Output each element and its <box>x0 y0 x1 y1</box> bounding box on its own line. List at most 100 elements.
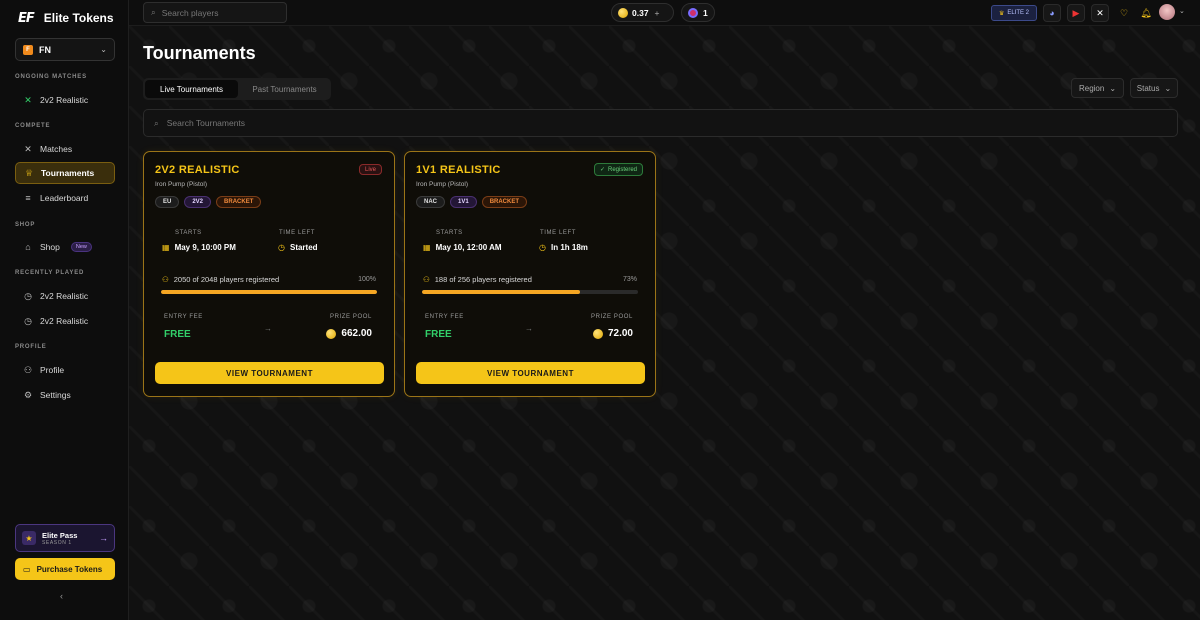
star-icon: ★ <box>22 531 36 545</box>
registration-percent: 100% <box>358 276 376 283</box>
discord-icon[interactable]: ◕ <box>1043 4 1061 22</box>
elite-rank-badge[interactable]: ♛ ELITE 2 <box>991 5 1037 21</box>
purchase-tokens-label: Purchase Tokens <box>36 564 103 574</box>
status-filter[interactable]: Status ⌄ <box>1130 78 1178 98</box>
tournament-card[interactable]: 1V1 REALISTIC Iron Pump (Pistol) ✓ Regis… <box>404 151 656 397</box>
brand[interactable]: EF Elite Tokens <box>18 9 114 27</box>
prize-pool-label: PRIZE POOL <box>329 314 372 320</box>
tab-past-tournaments[interactable]: Past Tournaments <box>240 80 329 98</box>
sidebar-item-leaderboard[interactable]: ≡ Leaderboard <box>15 187 115 209</box>
view-tournament-button[interactable]: VIEW TOURNAMENT <box>416 362 645 384</box>
time-left-label: TIME LEFT <box>279 230 316 236</box>
users-icon: ⚇ <box>423 275 430 284</box>
purchase-tokens-button[interactable]: ▭ Purchase Tokens <box>15 558 115 580</box>
main-content: Tournaments Live Tournaments Past Tourna… <box>129 26 1200 620</box>
bell-icon[interactable]: 🔔︎ <box>1137 4 1155 22</box>
section-profile: PROFILE <box>15 344 47 350</box>
registration-percent: 73% <box>622 276 637 283</box>
sidebar-item-recent-1[interactable]: ◷ 2v2 Realistic <box>15 285 115 307</box>
elite-pass-season: SEASON 1 <box>42 539 72 546</box>
chevron-down-icon: ⌄ <box>1164 83 1172 93</box>
chevron-down-icon[interactable]: ⌄ <box>1179 7 1185 15</box>
calendar-icon: ▦ <box>423 243 431 252</box>
prize-pool-value: 72.00 <box>592 328 633 339</box>
elite-pass-card[interactable]: ★ Elite Pass SEASON 1 → <box>15 524 115 552</box>
youtube-icon[interactable]: ▶ <box>1067 4 1085 22</box>
progress-fill <box>422 290 580 294</box>
player-search-input[interactable]: ⌕ Search players <box>143 2 287 23</box>
coin-icon <box>618 7 628 18</box>
mode-chip: 1V1 <box>450 196 477 208</box>
tournament-search-input[interactable]: ⌕ Search Tournaments <box>143 109 1178 137</box>
plus-icon[interactable]: + <box>655 8 660 18</box>
tab-live-tournaments[interactable]: Live Tournaments <box>145 80 238 98</box>
search-placeholder: Search players <box>161 7 219 18</box>
avatar[interactable] <box>1159 4 1175 20</box>
section-compete: COMPETE <box>15 123 51 129</box>
clock-icon: ◷ <box>539 243 546 252</box>
search-icon: ⌕ <box>154 117 159 128</box>
type-chip: BRACKET <box>481 196 528 208</box>
sidebar-item-label: Tournaments <box>41 168 95 178</box>
x-twitter-icon[interactable]: ✕ <box>1091 4 1109 22</box>
gear-icon: ⚙ <box>23 389 33 400</box>
sidebar-item-settings[interactable]: ⚙ Settings <box>15 384 115 406</box>
token-balance[interactable]: 1 <box>681 3 715 22</box>
topbar: ⌕ Search players 0.37 + 1 ♛ ELITE 2 ◕ ▶ … <box>129 0 1200 26</box>
crossed-swords-icon: ✕ <box>24 94 32 105</box>
bag-icon: ⌂ <box>25 242 31 252</box>
coin-balance[interactable]: 0.37 + <box>611 3 674 22</box>
sidebar-item-matches[interactable]: ✕ Matches <box>15 138 115 160</box>
region-chip: NAC <box>416 196 445 208</box>
registration-row: ⚇ 188 of 256 players registered 73% <box>423 275 637 284</box>
users-icon: ⚇ <box>162 275 169 284</box>
collapse-sidebar-icon[interactable]: ‹ <box>60 591 63 601</box>
sidebar-item-profile[interactable]: ⚇ Profile <box>15 359 115 381</box>
sidebar-item-label: 2v2 Realistic <box>40 291 89 301</box>
sidebar: EF Elite Tokens F FN ⌄ ONGOING MATCHES ✕… <box>0 0 129 620</box>
crown-icon: ♛ <box>998 10 1005 17</box>
elite-pass-title: Elite Pass <box>42 530 78 540</box>
tournament-subtitle: Iron Pump (Pistol) <box>155 181 208 188</box>
token-amount: 1 <box>703 7 708 18</box>
section-ongoing-matches: ONGOING MATCHES <box>15 74 87 80</box>
sidebar-item-recent-2[interactable]: ◷ 2v2 Realistic <box>15 310 115 332</box>
sidebar-item-shop[interactable]: ⌂ Shop New <box>15 236 115 258</box>
registration-text: 188 of 256 players registered <box>434 275 532 284</box>
sidebar-item-label: Profile <box>40 365 65 375</box>
progress-fill <box>161 290 377 294</box>
sidebar-item-label: 2v2 Realistic <box>40 95 89 105</box>
view-tournament-button[interactable]: VIEW TOURNAMENT <box>155 362 384 384</box>
entry-fee-value: FREE <box>164 329 191 340</box>
game-select[interactable]: F FN ⌄ <box>15 38 115 61</box>
coin-amount: 0.37 <box>632 7 649 18</box>
sidebar-item-tournaments[interactable]: ♕ Tournaments <box>15 162 115 184</box>
arrow-right-icon: → <box>99 533 108 543</box>
tournament-card[interactable]: 2V2 REALISTIC Iron Pump (Pistol) Live EU… <box>143 151 395 397</box>
sidebar-item-label: Leaderboard <box>40 193 89 203</box>
region-filter[interactable]: Region ⌄ <box>1071 78 1124 98</box>
calendar-icon: ▦ <box>162 243 170 252</box>
token-icon <box>688 7 698 18</box>
time-left-value: ◷ In 1h 18m <box>539 243 588 252</box>
sidebar-item-ongoing-2v2[interactable]: ✕ 2v2 Realistic <box>15 89 115 111</box>
type-chip: BRACKET <box>216 196 262 208</box>
elite-rank-label: ELITE 2 <box>1007 10 1030 16</box>
search-icon: ⌕ <box>151 7 156 17</box>
arrow-right-icon: → <box>525 324 533 333</box>
registration-progress <box>161 290 377 294</box>
heart-icon[interactable]: ♡ <box>1115 4 1133 22</box>
brand-name: Elite Tokens <box>43 11 114 25</box>
sidebar-item-label: 2v2 Realistic <box>40 316 89 326</box>
status-badge: Live <box>358 164 382 175</box>
prize-pool-label: PRIZE POOL <box>590 314 633 320</box>
tournament-tabs: Live Tournaments Past Tournaments <box>143 78 331 100</box>
clock-icon: ◷ <box>24 315 32 326</box>
starts-label: STARTS <box>436 230 463 236</box>
registration-row: ⚇ 2050 of 2048 players registered 100% <box>162 275 376 284</box>
crossed-swords-icon: ✕ <box>24 143 32 154</box>
tournament-title: 1V1 REALISTIC <box>416 164 501 176</box>
mode-chip: 2V2 <box>184 196 212 208</box>
chevron-down-icon: ⌄ <box>100 45 107 54</box>
wallet-icon: ▭ <box>23 564 31 574</box>
